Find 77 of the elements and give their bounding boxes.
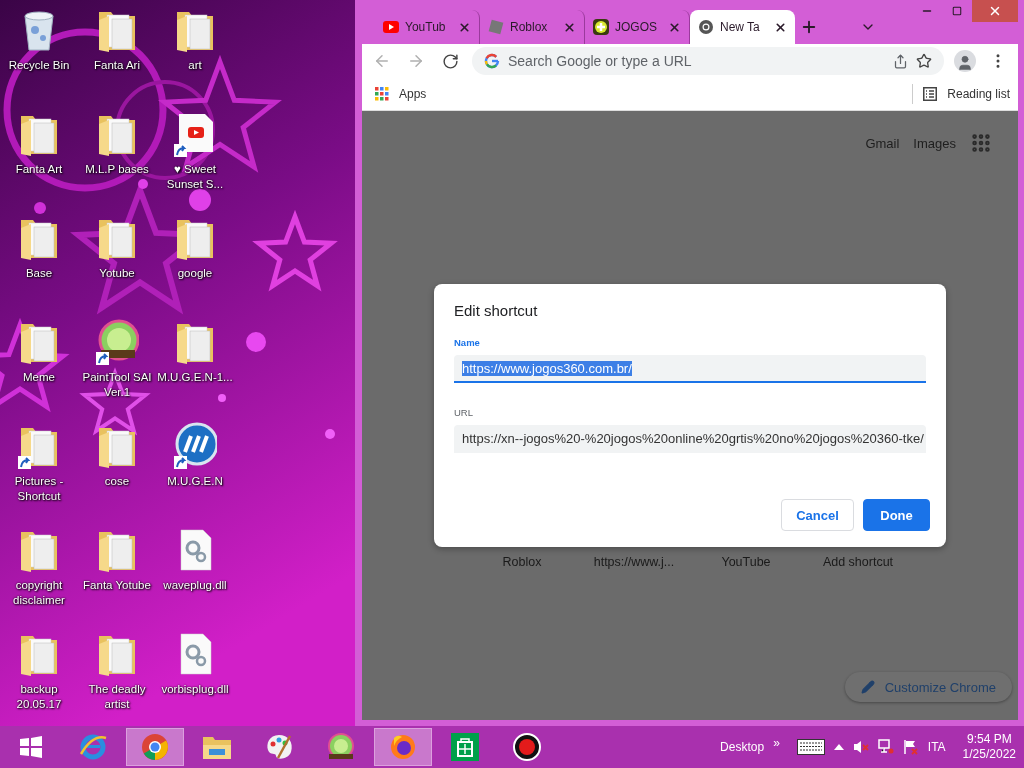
flag-icon[interactable] [902,739,919,755]
tab-title: New Ta [720,20,761,34]
list-icon [923,87,938,101]
icon-label: vorbisplug.dll [161,682,229,697]
icon-label: waveplug.dll [163,578,227,593]
icon-label: PaintTool SAI Ver.1 [81,370,153,400]
shortcut-title: Roblox [501,555,543,569]
profile-icon[interactable] [954,50,976,72]
icon-label: cose [104,474,130,489]
app-icon [326,732,356,762]
caret-up-icon[interactable] [833,743,844,751]
browser-e-icon [78,732,108,762]
cancel-button[interactable]: Cancel [781,499,854,531]
maximize-icon[interactable] [952,6,962,16]
shortcut-title: https://www.j... [592,555,676,569]
icon-label: Fanta Yotube [83,578,151,593]
header-link[interactable]: Gmail [865,135,900,151]
close-icon[interactable] [774,20,787,34]
icon-label: Yotube [99,266,135,281]
chrome-icon [140,732,170,762]
language-indicator[interactable]: ITA [927,740,946,754]
clock-time: 9:54 PM [966,732,1012,747]
video-favicon-icon [383,21,399,33]
browser-tab[interactable]: New Ta [690,10,795,44]
icon-label: Fanta Ari [94,58,140,73]
store-bag-icon [450,732,480,762]
icon-label: Pictures - Shortcut [13,474,65,504]
icon-label: Meme [23,370,55,385]
icon-label: Fanta Art [15,162,63,177]
header-link[interactable]: Images [913,135,956,151]
reload-icon[interactable] [441,52,459,70]
icon-label: Base [25,266,53,281]
app-icon[interactable] [173,422,217,470]
icon-label: art [188,58,202,73]
dialog-title: Edit shortcut [454,302,539,319]
shortcut-title: YouTube [720,555,772,569]
toolbar-label[interactable]: Desktop [720,740,765,754]
field-label: Name [454,337,480,348]
new-tab-icon[interactable] [800,18,818,36]
app-icon[interactable] [95,318,139,366]
icon-label: copyright disclaimer [12,578,66,608]
icon-label: ♥ Sweet Sunset S... [165,162,225,192]
icon-label: The deadly artist [87,682,147,712]
bookmark-star-icon[interactable] [916,53,932,69]
close-icon [988,4,1002,18]
windows-icon [19,735,43,759]
icon-label: M.U.G.E.N-1... [157,370,233,385]
pencil-icon [860,680,875,694]
tab-title: YouTub [405,20,447,34]
firefox-icon [388,732,418,762]
address-placeholder: Search Google or type a URL [508,53,693,69]
done-button[interactable]: Done [863,499,930,531]
tab-title: Roblox [510,20,549,34]
field-label: URL [454,407,473,418]
network-icon[interactable] [877,739,894,755]
reading-list-button[interactable]: Reading list [923,87,1010,101]
clock[interactable]: 9:54 PM 1/25/2022 [962,732,1016,762]
address-bar[interactable]: Search Google or type a URL [472,47,944,75]
shortcut-title: Add shortcut [821,555,895,569]
plus-badge-icon [593,19,609,35]
clock-date: 1/25/2022 [962,747,1016,762]
muted-speaker-icon[interactable] [852,739,869,755]
tab-title: JOGOS [615,20,658,34]
record-icon [512,732,542,762]
icon-label: backup 20.05.17 [15,682,63,712]
share-icon[interactable] [893,53,908,69]
google-g-icon [484,53,500,69]
chrome-icon [698,19,714,35]
icon-label: M.L.P bases [85,162,149,177]
icon-label: google [177,266,213,281]
chevron-button[interactable]: » [773,736,780,750]
apps-bookmark[interactable]: Apps [375,87,427,101]
text-field[interactable]: https://www.jogos360.com.br/ [454,355,926,383]
icon-label: Recycle Bin [8,58,70,73]
text-field[interactable]: https://xn--jogos%20-%20jogos%20online%20grtis%20no%20jogos%20360-tke/ [454,425,926,453]
keyboard-icon[interactable] [796,739,825,755]
icon-label: M.U.G.E.N [167,474,223,489]
